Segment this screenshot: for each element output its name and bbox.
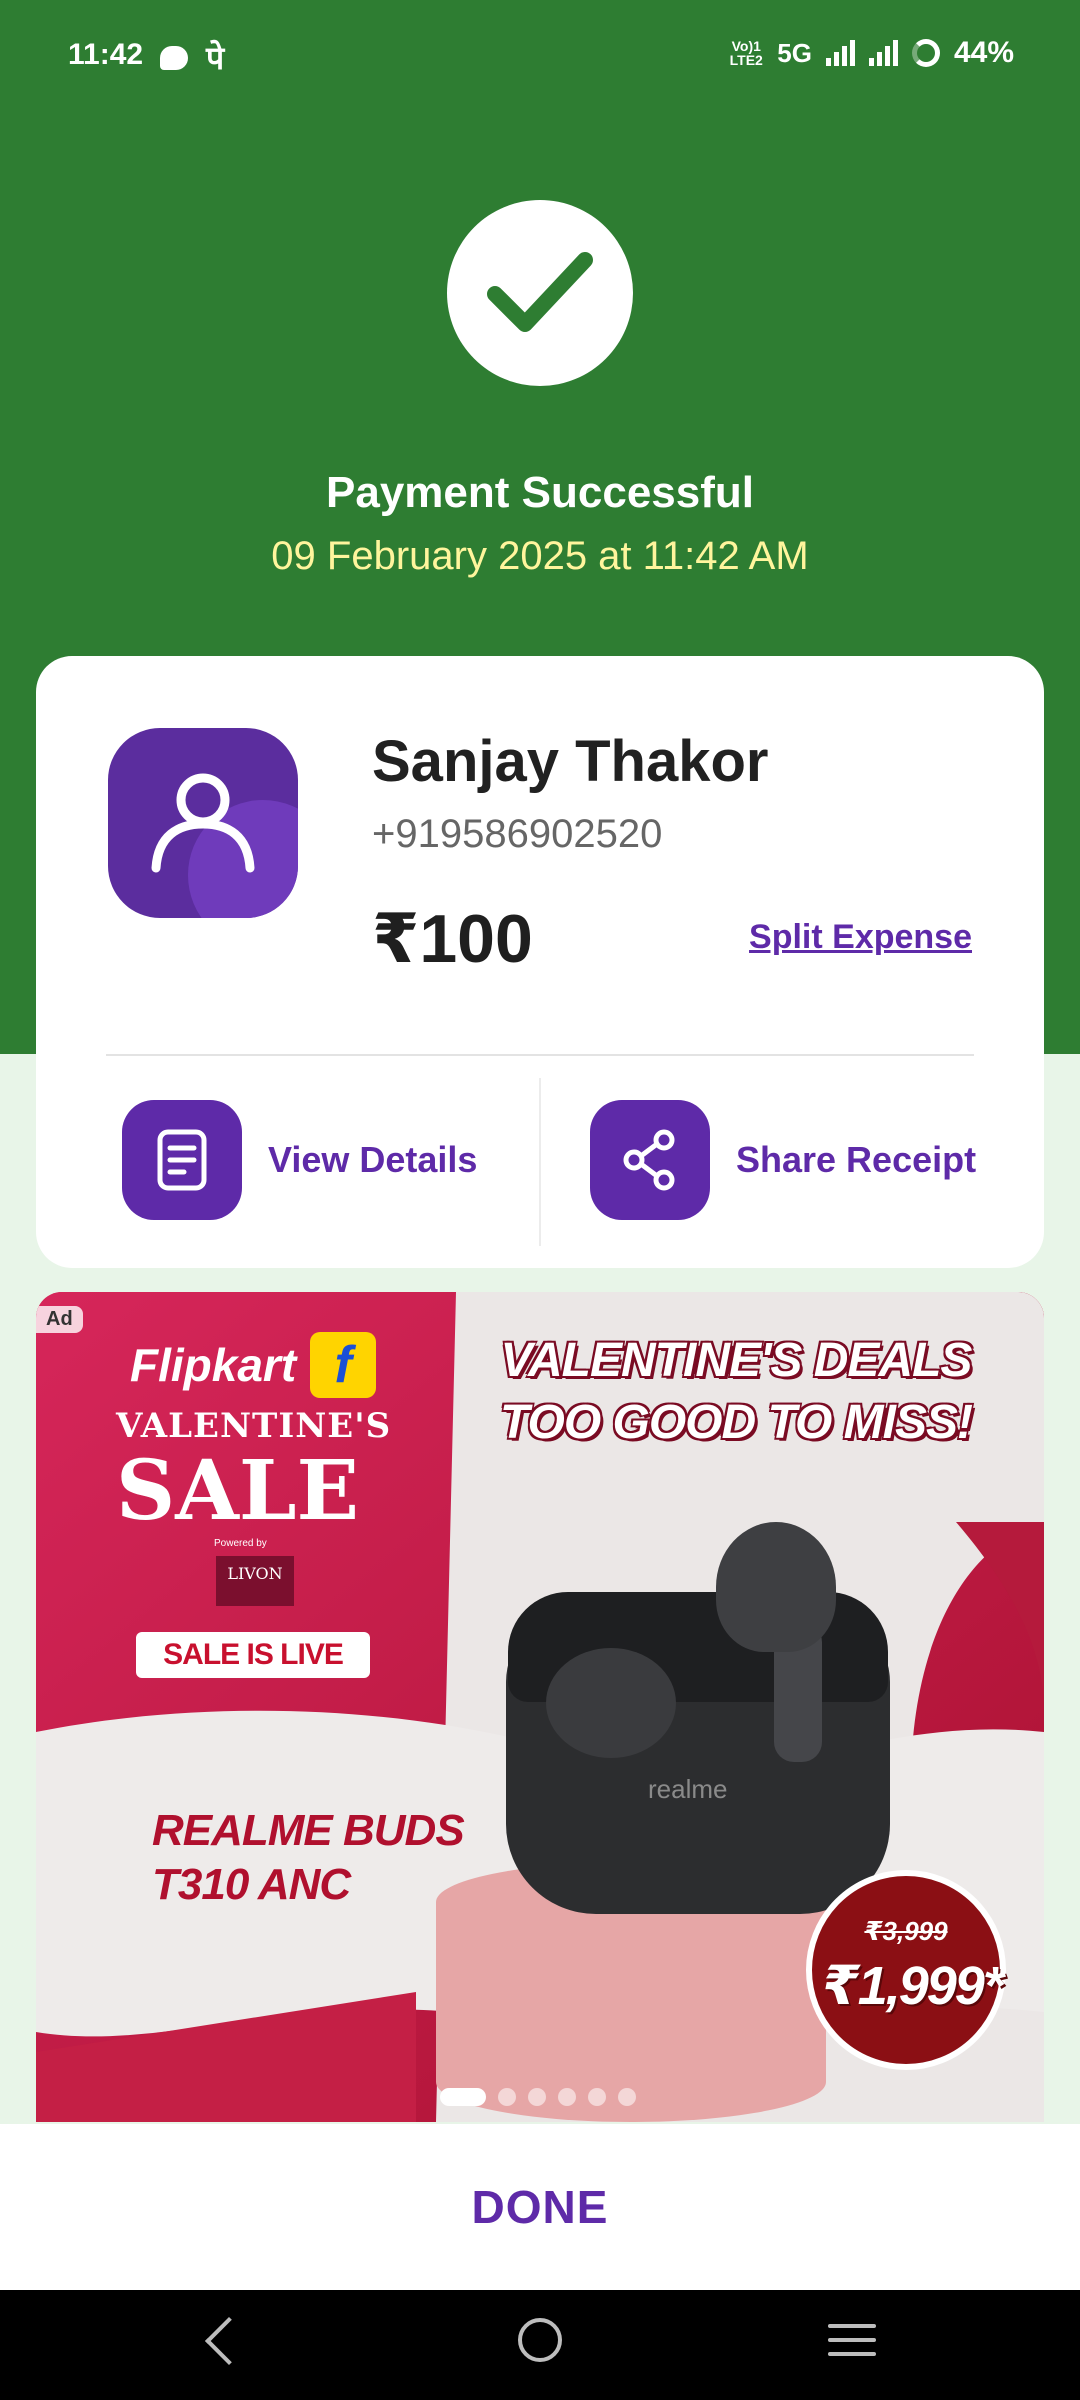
ad-tag: Ad [36,1306,83,1333]
volte-icon: Vo)1 LTE2 [729,38,763,68]
ad-headline-line2: TOO GOOD TO MISS! [500,1396,973,1449]
powered-by: Powered by [214,1538,267,1549]
signal-icon-sim2 [868,40,898,66]
success-check-badge [447,200,633,386]
product-name-line2: T310 ANC [152,1860,351,1909]
sale-word-line1: VALENTINE'S [116,1406,392,1446]
actions-divider [539,1078,541,1246]
recents-menu-icon[interactable] [828,2324,876,2366]
sale-live-badge: SALE IS LIVE [136,1632,370,1678]
done-button[interactable]: DONE [472,2180,609,2234]
done-bar: DONE [0,2124,1080,2290]
payee-name: Sanjay Thakor [372,729,769,794]
product-name-line1: REALME BUDS [152,1806,465,1855]
carousel-dot[interactable] [618,2088,636,2106]
page-title: Payment Successful [326,468,754,517]
status-time: 11:42 [68,38,144,71]
transaction-datetime: 09 February 2025 at 11:42 AM [271,534,809,578]
share-icon [590,1100,710,1220]
notification-icons: पे [160,36,224,79]
sale-word-line2: SALE [116,1443,359,1539]
view-details-button[interactable]: View Details [122,1100,477,1220]
check-icon [487,252,593,332]
battery-icon [911,39,940,67]
payee-phone: +919586902520 [372,812,663,856]
receipt-icon [122,1100,242,1220]
ad-banner[interactable]: Ad Flipkart f VALENTINE'S SALE Powered b… [36,1292,1044,2122]
flipkart-logo: Flipkart f [130,1332,377,1398]
carousel-indicator[interactable] [440,2088,636,2106]
person-icon [151,773,255,873]
chat-icon [160,45,188,70]
carousel-dot[interactable] [440,2088,486,2106]
new-price: ₹1,999* [822,1956,1004,2016]
signal-icon-sim1 [825,40,855,66]
carousel-dot[interactable] [498,2088,516,2106]
status-bar: 11:42 पे Vo)1 LTE2 5G 44% [0,0,1080,110]
payment-card: Sanjay Thakor +919586902520 ₹100 Split E… [36,656,1044,1268]
flipkart-wordmark: Flipkart [130,1339,297,1391]
share-receipt-button[interactable]: Share Receipt [590,1100,976,1220]
view-details-label: View Details [268,1139,478,1180]
price-badge: ₹3,999 ₹1,999* [806,1870,1006,2070]
card-divider [106,1054,974,1056]
earbud-left [546,1648,676,1758]
split-expense-link[interactable]: Split Expense [749,918,972,957]
back-icon[interactable] [204,2316,254,2366]
payment-amount: ₹100 [372,901,533,977]
carousel-dot[interactable] [528,2088,546,2106]
case-logo: realme [648,1774,728,1804]
phonepe-icon: पे [206,40,225,76]
carousel-dot[interactable] [558,2088,576,2106]
flipkart-bag-icon: f [310,1332,377,1398]
carousel-dot[interactable] [588,2088,606,2106]
network-type: 5G [777,37,812,68]
home-icon[interactable] [518,2318,562,2362]
old-price: ₹3,999 [864,1916,948,1946]
sponsor-logo: LIVON [216,1556,294,1606]
share-receipt-label: Share Receipt [736,1139,977,1180]
earbud-right [716,1522,836,1652]
system-nav-bar [0,2290,1080,2400]
ad-headline-line1: VALENTINE'S DEALS [500,1334,973,1387]
payee-avatar [108,728,298,918]
battery-percent: 44% [953,36,1014,69]
ad-headline: VALENTINE'S DEALS TOO GOOD TO MISS! [476,1330,996,1454]
product-name: REALME BUDS T310 ANC [152,1804,465,1912]
valentines-sale-logo: VALENTINE'S SALE [116,1406,392,1539]
system-icons: Vo)1 LTE2 5G 44% [729,36,1014,70]
